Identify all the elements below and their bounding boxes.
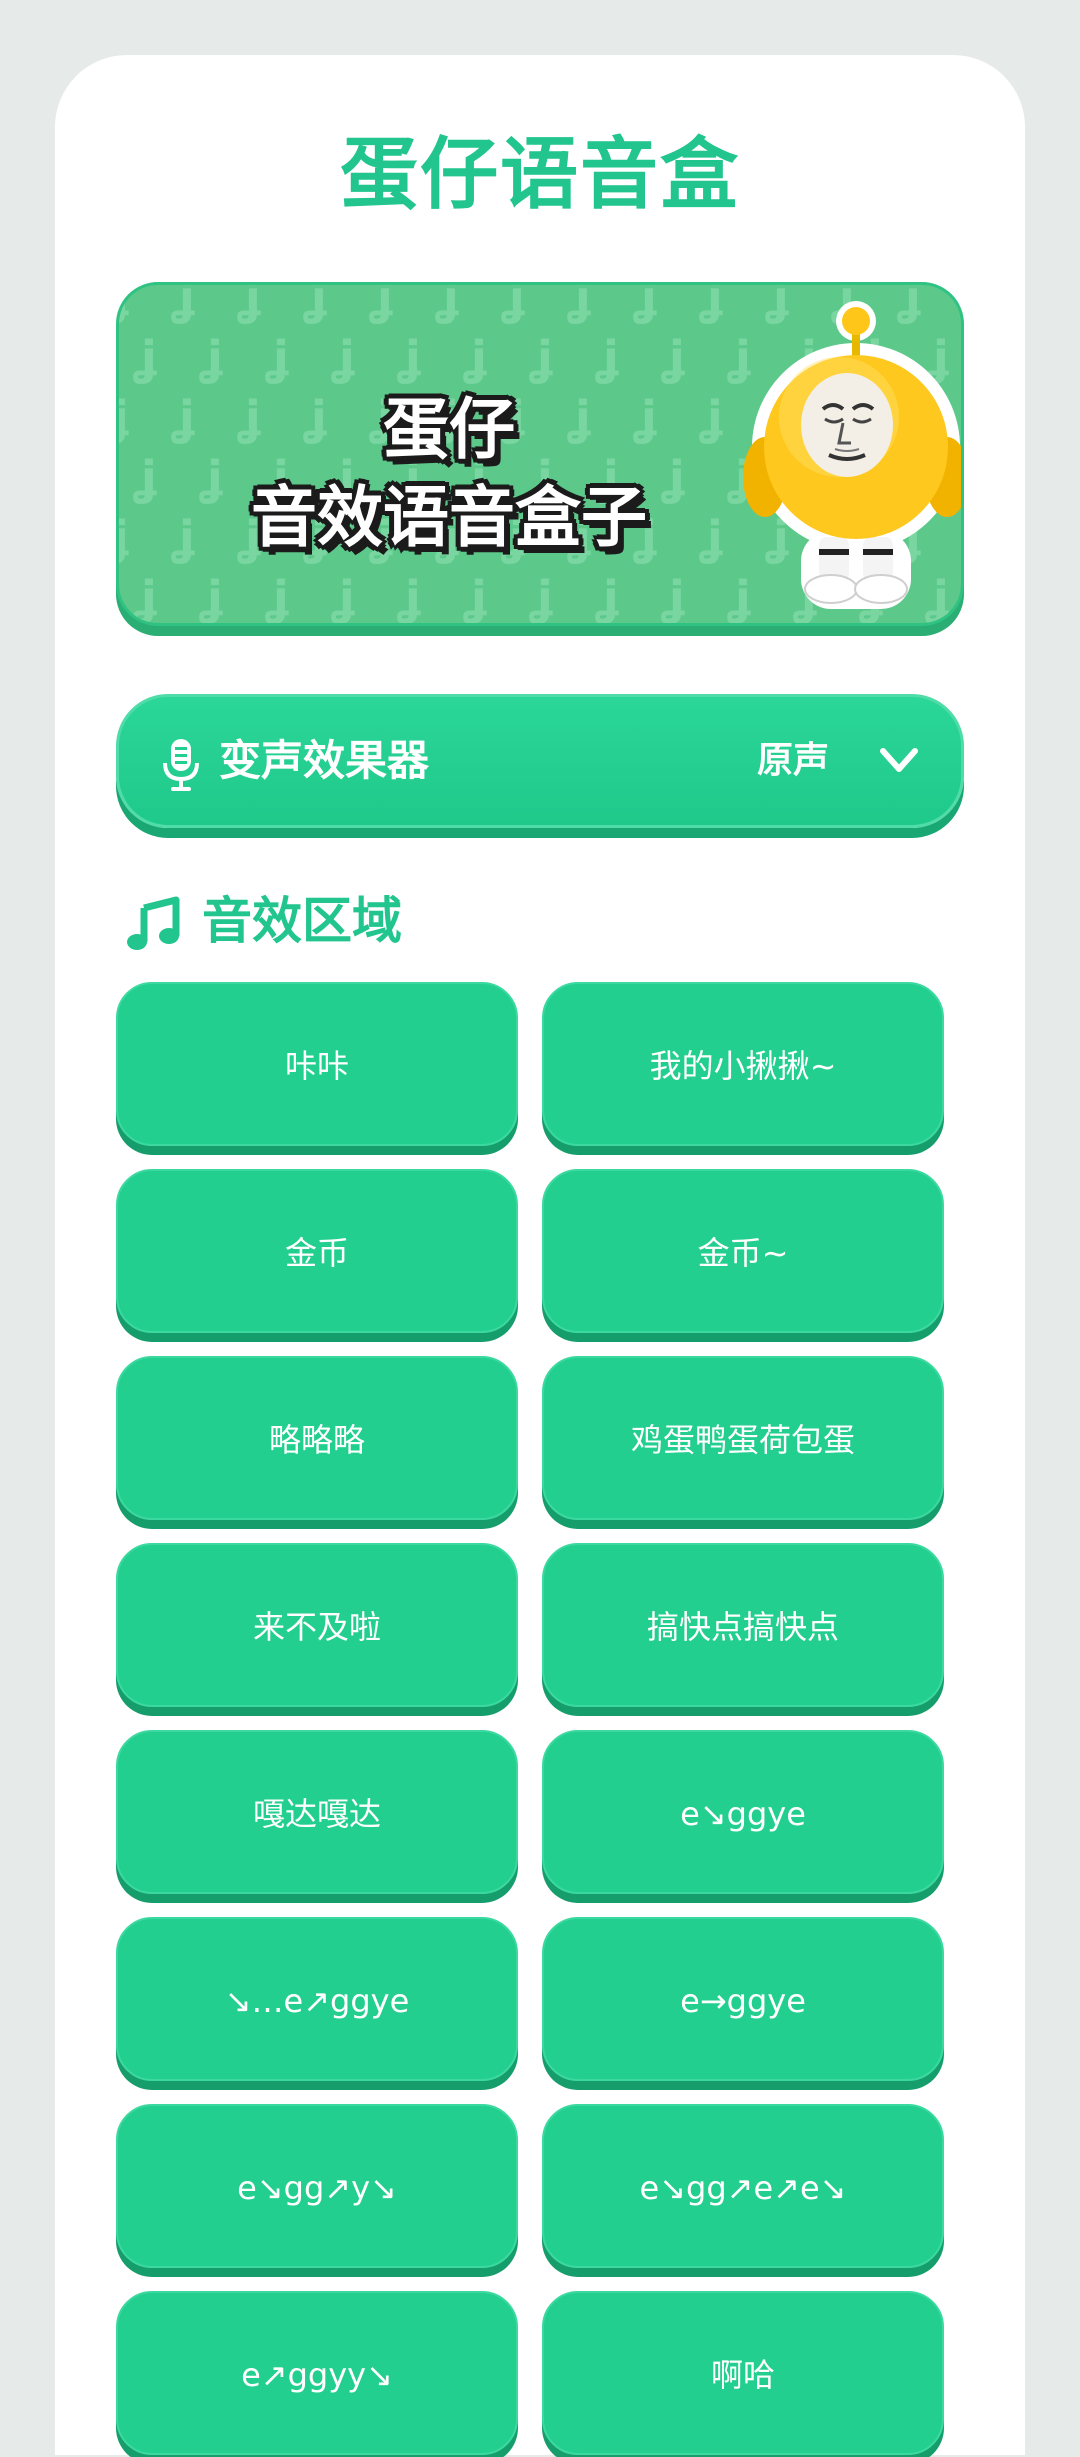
- eggy-mascot-image: [743, 301, 961, 609]
- sound-button[interactable]: 啊哈: [542, 2291, 944, 2455]
- banner-pattern-glyph: ʝ: [707, 282, 723, 325]
- sound-button[interactable]: 嘎达嘎达: [116, 1730, 518, 1894]
- banner-pattern-glyph: ʝ: [179, 282, 195, 325]
- banner-pattern-glyph: ʝ: [245, 282, 261, 325]
- banner-pattern-glyph: ʝ: [603, 331, 619, 385]
- banner-pattern-glyph: ʝ: [207, 331, 223, 385]
- chevron-down-icon[interactable]: [877, 741, 921, 781]
- banner-pattern-glyph: ʝ: [141, 451, 157, 505]
- voice-changer-selected-value: 原声: [756, 740, 829, 781]
- banner-pattern-glyph: ʝ: [575, 282, 591, 325]
- banner-pattern-glyph: ʝ: [273, 571, 289, 625]
- sound-button[interactable]: ↘…e↗ggye: [116, 1917, 518, 2081]
- sound-button[interactable]: 金币: [116, 1169, 518, 1333]
- sound-button[interactable]: e→ggye: [542, 1917, 944, 2081]
- sound-button[interactable]: e↗ggyy↘: [116, 2291, 518, 2455]
- banner[interactable]: ʝʝʝʝʝʝʝʝʝʝʝʝʝʝʝʝʝʝʝʝʝʝʝʝʝʝʝʝʝʝʝʝʝʝʝʝʝʝʝʝ…: [116, 282, 964, 626]
- music-note-icon: [127, 896, 180, 950]
- banner-pattern-glyph: ʝ: [537, 571, 553, 625]
- banner-pattern-glyph: ʝ: [405, 331, 421, 385]
- sound-button[interactable]: 我的小揪揪~: [542, 982, 944, 1146]
- banner-pattern-glyph: ʝ: [641, 282, 657, 325]
- sound-button[interactable]: e↘gg↗y↘: [116, 2104, 518, 2268]
- voice-changer-dropdown[interactable]: 变声效果器 原声: [116, 694, 964, 828]
- app-title: 蛋仔语音盒: [339, 130, 740, 220]
- sound-button[interactable]: e↘ggye: [542, 1730, 944, 1894]
- banner-pattern-glyph: ʝ: [669, 571, 685, 625]
- banner-title-line1: 蛋仔: [383, 391, 515, 468]
- sound-button[interactable]: 来不及啦: [116, 1543, 518, 1707]
- banner-title-line2: 音效语音盒子: [251, 479, 647, 556]
- banner-pattern-glyph: ʝ: [339, 331, 355, 385]
- banner-pattern-glyph: ʝ: [273, 331, 289, 385]
- banner-pattern-glyph: ʝ: [405, 571, 421, 625]
- banner-pattern-glyph: ʝ: [471, 331, 487, 385]
- banner-pattern-glyph: ʝ: [603, 571, 619, 625]
- sound-button[interactable]: 咔咔: [116, 982, 518, 1146]
- banner-pattern-glyph: ʝ: [339, 571, 355, 625]
- banner-pattern-glyph: ʝ: [141, 331, 157, 385]
- banner-pattern-glyph: ʝ: [509, 282, 525, 325]
- banner-pattern-glyph: ʝ: [537, 331, 553, 385]
- sound-button[interactable]: 搞快点搞快点: [542, 1543, 944, 1707]
- sound-button[interactable]: 鸡蛋鸭蛋荷包蛋: [542, 1356, 944, 1520]
- sound-button[interactable]: 略略略: [116, 1356, 518, 1520]
- banner-pattern-glyph: ʝ: [311, 282, 327, 325]
- banner-pattern-glyph: ʝ: [141, 571, 157, 625]
- sound-section-title: 音效区域: [202, 892, 402, 950]
- banner-pattern-glyph: ʝ: [119, 391, 129, 445]
- banner-pattern-glyph: ʝ: [119, 511, 129, 565]
- banner-pattern-glyph: ʝ: [377, 282, 393, 325]
- banner-pattern-glyph: ʝ: [443, 282, 459, 325]
- banner-pattern-glyph: ʝ: [207, 571, 223, 625]
- sound-button[interactable]: 金币~: [542, 1169, 944, 1333]
- sound-button[interactable]: e↘gg↗e↗e↘: [542, 2104, 944, 2268]
- voice-changer-label: 变声效果器: [219, 736, 430, 785]
- banner-pattern-glyph: ʝ: [471, 571, 487, 625]
- microphone-icon: [163, 739, 199, 791]
- banner-pattern-glyph: ʝ: [669, 331, 685, 385]
